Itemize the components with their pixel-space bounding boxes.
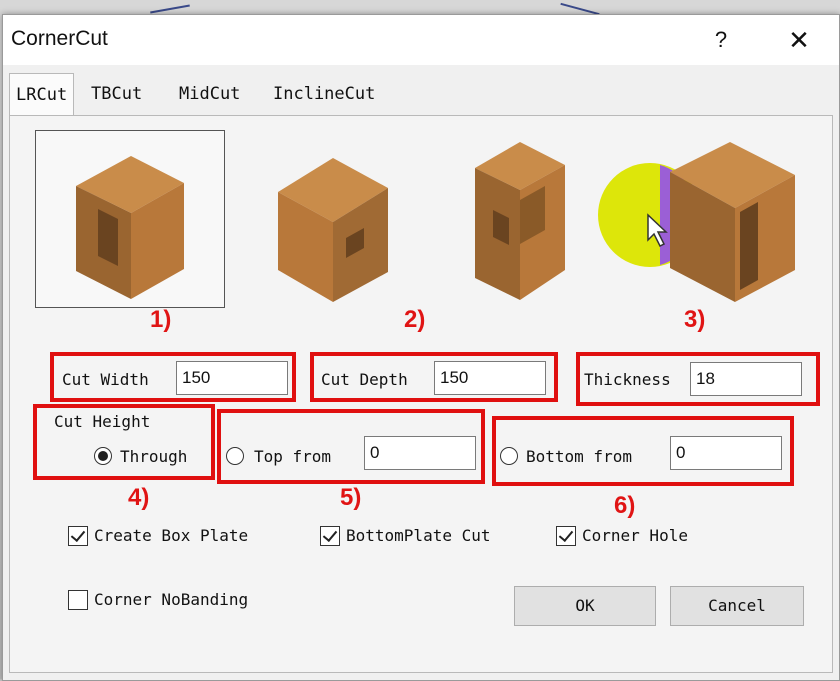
corner-nobanding-checkbox[interactable] — [68, 590, 88, 610]
cut-width-label: Cut Width — [62, 370, 149, 389]
cut-depth-input[interactable]: 150 — [434, 361, 546, 395]
cut-height-label: Cut Height — [54, 412, 151, 431]
bottom-from-input[interactable]: 0 — [670, 436, 782, 470]
top-from-input[interactable]: 0 — [364, 436, 476, 470]
lrcut-panel: 1) 2) 3) 4) 5) 6) Cut Width 150 Cut Dept… — [9, 115, 833, 673]
help-button[interactable]: ? — [703, 23, 739, 57]
preview-option-4[interactable] — [590, 130, 820, 306]
annotation-2: 2) — [404, 306, 426, 333]
bottom-from-label[interactable]: Bottom from — [526, 447, 632, 466]
annotation-3: 3) — [684, 306, 706, 333]
tab-lrcut[interactable]: LRCut — [9, 73, 75, 117]
corner-hole-label[interactable]: Corner Hole — [582, 526, 688, 545]
cancel-button[interactable]: Cancel — [670, 586, 804, 626]
bottom-from-radio[interactable] — [500, 447, 518, 465]
annotation-1: 1) — [150, 306, 172, 333]
background-line — [150, 4, 190, 14]
box-cut-left-icon — [76, 156, 184, 299]
preview-option-1[interactable] — [35, 130, 225, 308]
cornercut-dialog: CornerCut ? ✕ LRCut TBCut MidCut Incline… — [2, 14, 840, 681]
window-title: CornerCut — [11, 27, 108, 50]
annotation-4: 4) — [128, 484, 150, 511]
preview-option-2[interactable] — [248, 130, 428, 306]
create-box-plate-label[interactable]: Create Box Plate — [94, 526, 248, 545]
tab-inclinecut[interactable]: InclineCut — [267, 73, 381, 115]
box-cut-through-icon — [598, 142, 795, 302]
bottomplate-cut-label[interactable]: BottomPlate Cut — [346, 526, 491, 545]
close-button[interactable]: ✕ — [779, 23, 819, 57]
corner-hole-checkbox[interactable] — [556, 526, 576, 546]
through-label[interactable]: Through — [120, 447, 187, 466]
thickness-label: Thickness — [584, 370, 671, 389]
through-radio[interactable] — [94, 447, 112, 465]
thickness-input[interactable]: 18 — [690, 362, 802, 396]
title-bar: CornerCut ? ✕ — [3, 15, 839, 65]
bottomplate-cut-checkbox[interactable] — [320, 526, 340, 546]
box-cut-right-icon — [278, 158, 388, 302]
annotation-5: 5) — [340, 484, 362, 511]
cut-depth-label: Cut Depth — [321, 370, 408, 389]
corner-nobanding-label[interactable]: Corner NoBanding — [94, 590, 248, 609]
ok-button[interactable]: OK — [514, 586, 656, 626]
tab-midcut[interactable]: MidCut — [173, 73, 246, 115]
tab-tbcut[interactable]: TBCut — [85, 73, 148, 115]
cut-width-input[interactable]: 150 — [176, 361, 288, 395]
top-from-label[interactable]: Top from — [254, 447, 331, 466]
annotation-6: 6) — [614, 492, 636, 519]
top-from-radio[interactable] — [226, 447, 244, 465]
create-box-plate-checkbox[interactable] — [68, 526, 88, 546]
